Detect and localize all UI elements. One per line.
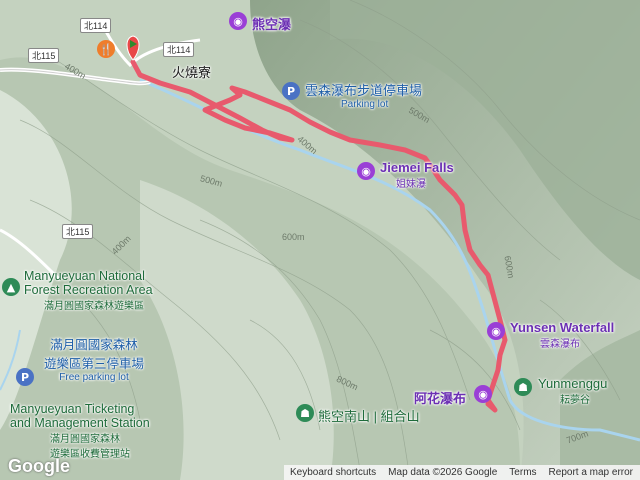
manyueyuan-label[interactable]: Manyueyuan National Forest Recreation Ar… <box>24 269 153 312</box>
tree-icon[interactable]: ▲ <box>2 278 20 296</box>
ticketing-zh-1: 滿月圓國家森林 <box>50 434 120 445</box>
yunsen-parking-zh: 雲森瀑布步道停車場 <box>305 83 423 98</box>
ahua-falls-label[interactable]: 阿花瀑布 <box>414 388 466 407</box>
yunmenggu-zh: 耘夢谷 <box>560 395 590 406</box>
hiker-icon[interactable]: ☗ <box>296 404 314 422</box>
contour-label: 600m <box>282 232 305 242</box>
third-parking-label[interactable]: 滿月圓國家森林 遊樂區第三停車場 Free parking lot <box>44 334 144 383</box>
third-parking-en: Free parking lot <box>59 372 129 383</box>
road-shield-bei114: 北114 <box>80 18 112 33</box>
restaurant-icon[interactable]: 🍴 <box>97 40 115 58</box>
keyboard-shortcuts-link[interactable]: Keyboard shortcuts <box>284 467 382 478</box>
jiemei-falls-zh: 姐妹瀑 <box>396 179 426 190</box>
jiemei-falls-en: Jiemei Falls <box>380 160 454 175</box>
terms-link[interactable]: Terms <box>503 467 542 478</box>
huoshaoliao-label[interactable]: 火燒寮 <box>172 62 211 81</box>
road-shield-bei114-2: 北114 <box>163 42 195 57</box>
map-footer: Keyboard shortcuts Map data ©2026 Google… <box>284 465 640 480</box>
manyueyuan-en-1: Manyueyuan National <box>24 269 145 283</box>
google-logo: Google <box>8 456 70 476</box>
camera-icon[interactable]: ◉ <box>487 322 505 340</box>
hiker-icon[interactable]: ☗ <box>514 378 532 396</box>
xiongkong-falls-label[interactable]: 熊空瀑 <box>252 14 291 33</box>
parking-icon[interactable]: P <box>16 368 34 386</box>
camera-icon[interactable]: ◉ <box>357 162 375 180</box>
map-data-attribution: Map data ©2026 Google <box>388 467 498 478</box>
third-parking-zh-1: 滿月圓國家森林 <box>50 338 138 352</box>
ticketing-en-1: Manyueyuan Ticketing <box>10 402 135 416</box>
ticketing-label[interactable]: Manyueyuan Ticketing and Management Stat… <box>10 402 150 460</box>
report-error-link[interactable]: Report a map error <box>543 467 639 478</box>
yunsen-falls-en: Yunsen Waterfall <box>510 320 615 335</box>
manyueyuan-zh: 滿月圓國家森林遊樂區 <box>44 301 144 312</box>
road-shield-bei115: 北115 <box>28 48 60 63</box>
yunsen-falls-zh: 雲森瀑布 <box>540 339 580 350</box>
yunsen-falls-label[interactable]: Yunsen Waterfall 雲森瀑布 <box>510 320 614 350</box>
jiemei-falls-label[interactable]: Jiemei Falls 姐妹瀑 <box>380 160 454 190</box>
yunsen-parking-en: Parking lot <box>341 99 389 110</box>
road-shield-bei115-2: 北115 <box>62 224 94 239</box>
camera-icon[interactable]: ◉ <box>229 12 247 30</box>
yunmenggu-en: Yunmenggu <box>538 376 608 391</box>
yunmenggu-label[interactable]: Yunmenggu 耘夢谷 <box>538 376 607 406</box>
xiongkong-south-label[interactable]: 熊空南山 | 組合山 <box>318 406 420 425</box>
parking-icon[interactable]: P <box>282 82 300 100</box>
ticketing-en-2: and Management Station <box>10 416 150 430</box>
yunsen-parking-label[interactable]: 雲森瀑布步道停車場 Parking lot <box>305 80 422 110</box>
third-parking-zh-2: 遊樂區第三停車場 <box>44 357 145 371</box>
manyueyuan-en-2: Forest Recreation Area <box>24 283 153 297</box>
camera-icon[interactable]: ◉ <box>474 385 492 403</box>
